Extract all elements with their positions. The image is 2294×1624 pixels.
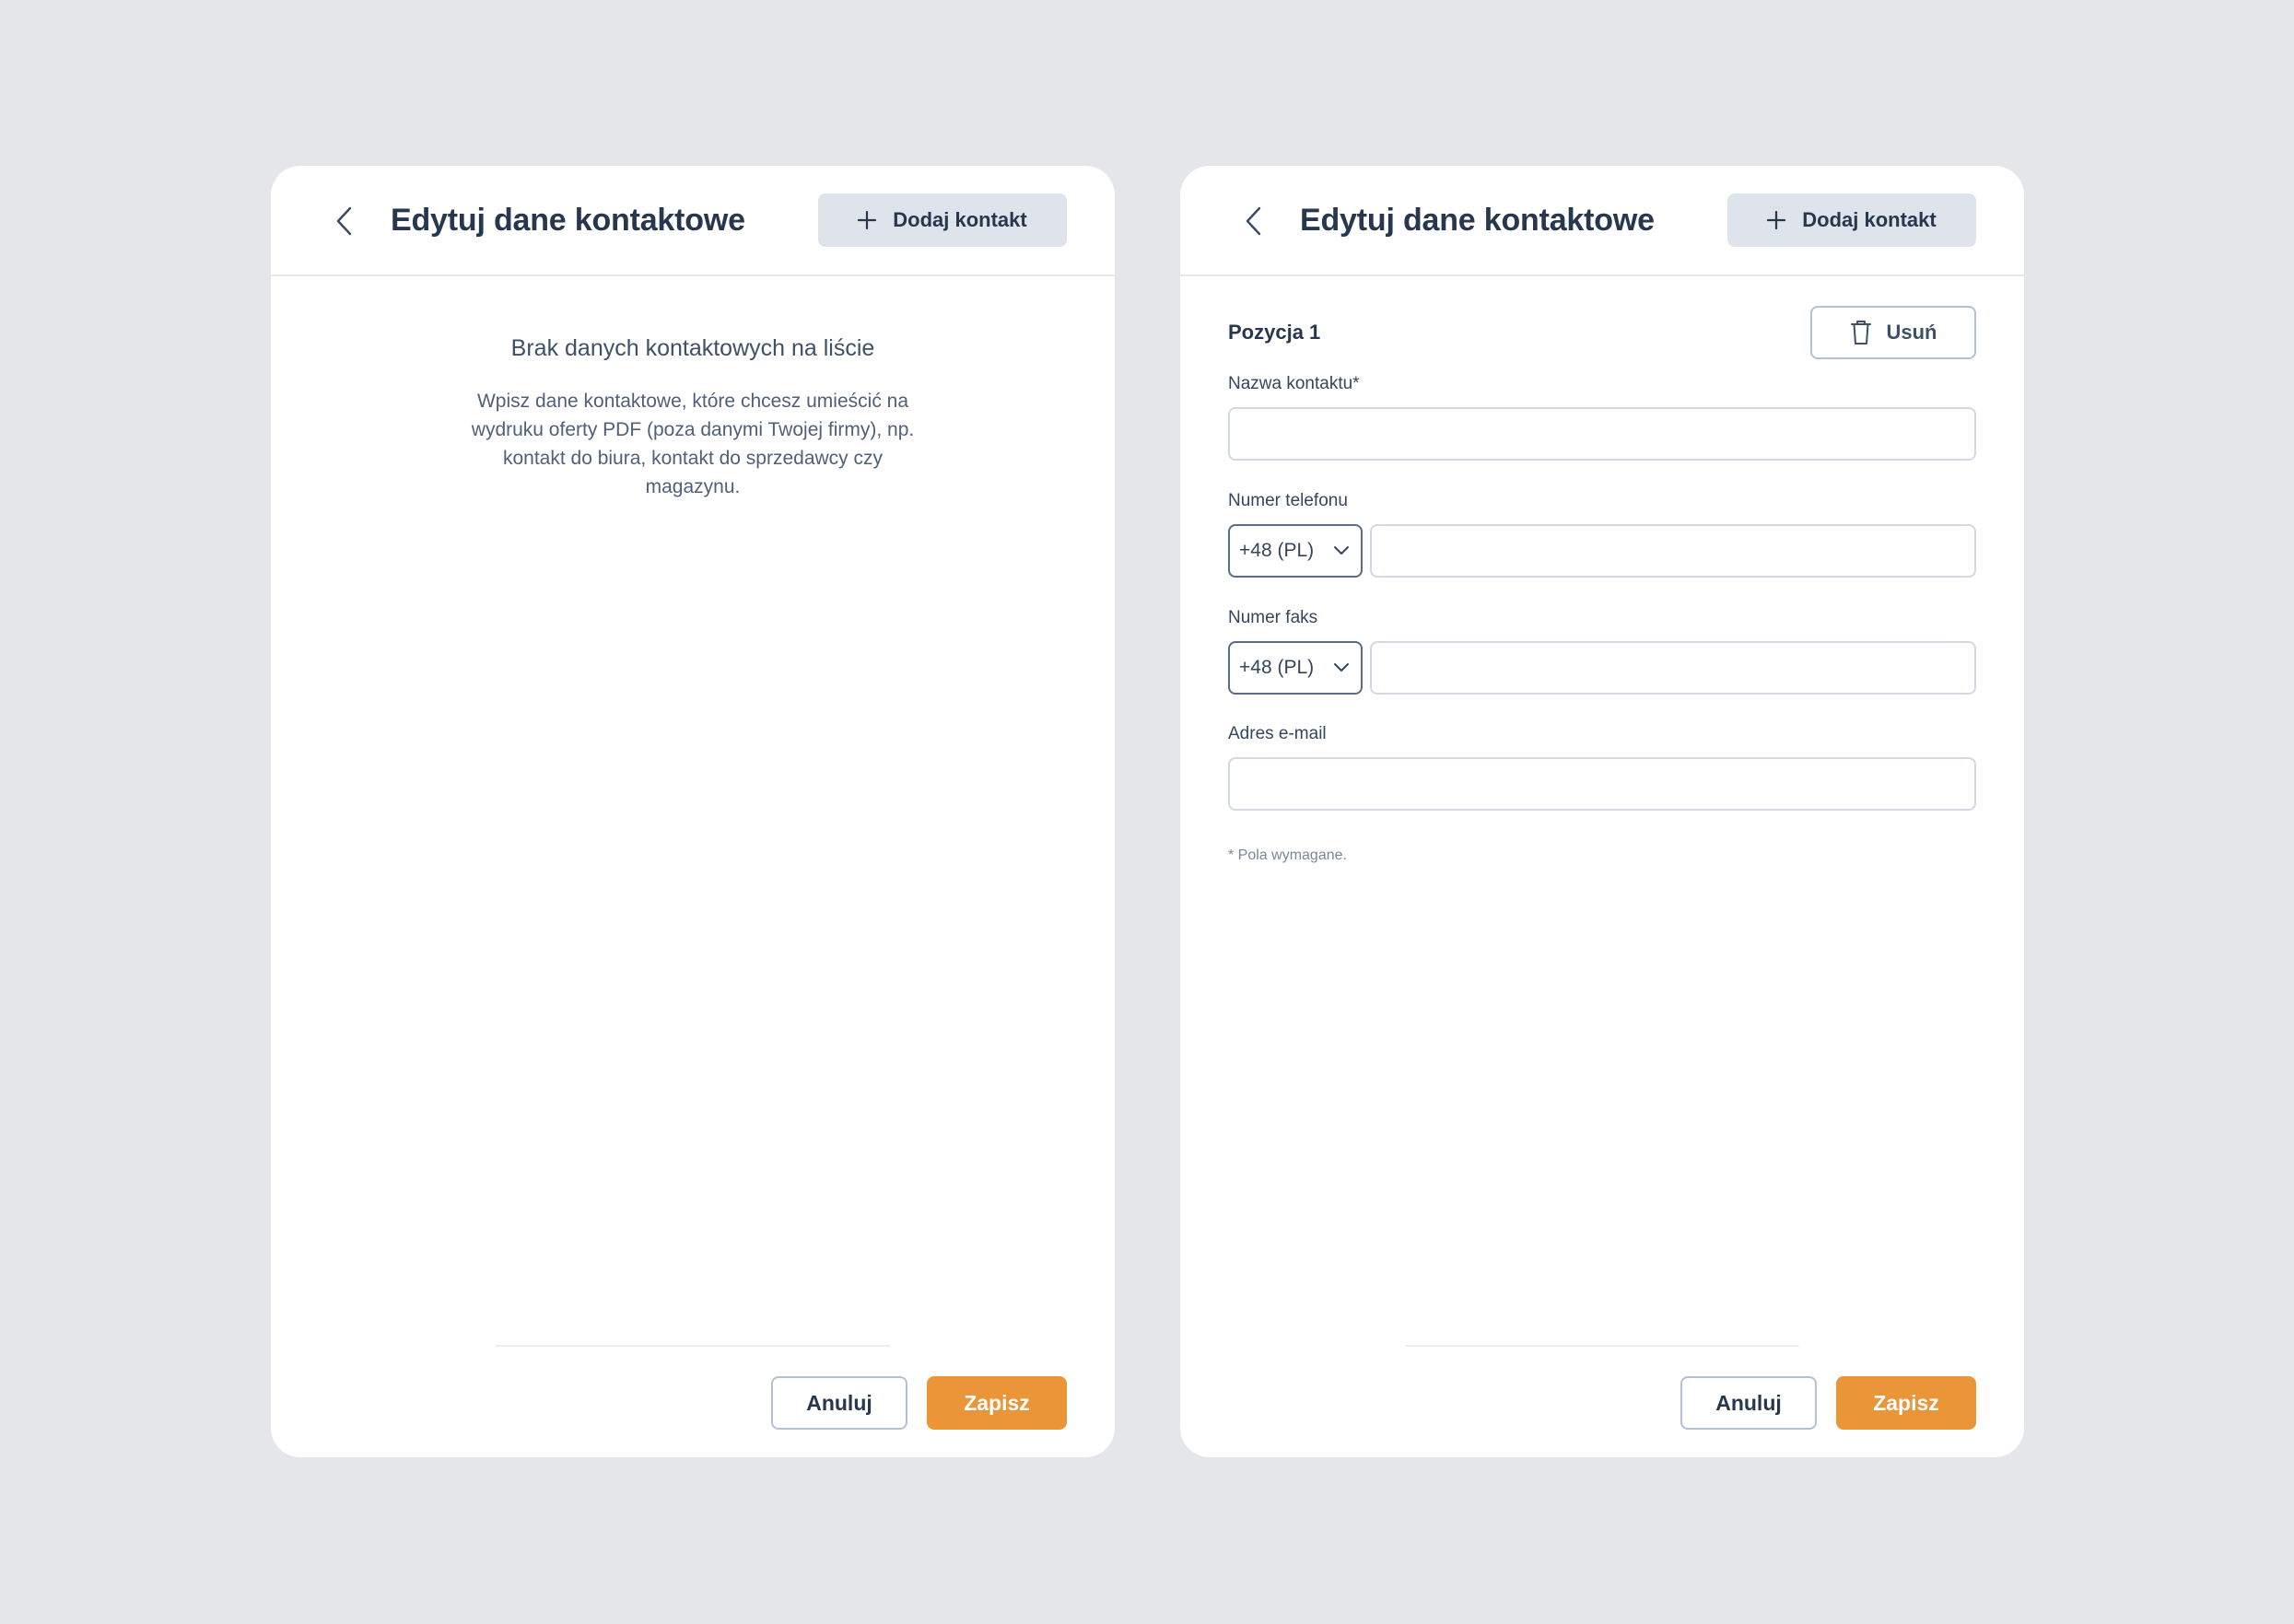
email-label: Adres e-mail xyxy=(1228,724,1327,743)
panel-header: Edytuj dane kontaktowe Dodaj kontakt xyxy=(271,166,1115,276)
page-title: Edytuj dane kontaktowe xyxy=(1300,203,1655,238)
required-fields-note: * Pola wymagane. xyxy=(1228,847,1347,863)
add-contact-button[interactable]: Dodaj kontakt xyxy=(818,193,1067,247)
fax-country-value: +48 (PL) xyxy=(1239,657,1315,678)
back-button[interactable] xyxy=(1237,201,1270,241)
position-label: Pozycja 1 xyxy=(1228,321,1321,344)
chevron-left-icon xyxy=(1246,206,1261,236)
fax-country-select[interactable]: +48 (PL) xyxy=(1228,641,1363,695)
add-contact-button[interactable]: Dodaj kontakt xyxy=(1727,193,1976,247)
add-contact-label: Dodaj kontakt xyxy=(893,208,1027,231)
empty-state-description: Wpisz dane kontaktowe, które chcesz umie… xyxy=(471,391,915,497)
panel-header: Edytuj dane kontaktowe Dodaj kontakt xyxy=(1180,166,2024,276)
contact-name-label: Nazwa kontaktu* xyxy=(1228,374,1360,393)
delete-button[interactable]: Usuń xyxy=(1810,306,1976,359)
footer-divider xyxy=(1405,1345,1799,1347)
delete-label: Usuń xyxy=(1886,321,1937,344)
cancel-button[interactable]: Anuluj xyxy=(771,1376,907,1430)
contact-name-input[interactable] xyxy=(1228,407,1976,461)
add-contact-label: Dodaj kontakt xyxy=(1802,208,1937,231)
save-button[interactable]: Zapisz xyxy=(927,1376,1067,1430)
back-button[interactable] xyxy=(328,201,361,241)
phone-input[interactable] xyxy=(1370,524,1976,578)
phone-country-value: +48 (PL) xyxy=(1239,540,1315,561)
edit-contacts-panel-empty: Edytuj dane kontaktowe Dodaj kontakt Bra… xyxy=(271,166,1115,1457)
cancel-button[interactable]: Anuluj xyxy=(1680,1376,1817,1430)
chevron-down-icon xyxy=(1334,546,1349,555)
chevron-left-icon xyxy=(336,206,352,236)
fax-label: Numer faks xyxy=(1228,608,1318,627)
fax-input[interactable] xyxy=(1370,641,1976,695)
save-button[interactable]: Zapisz xyxy=(1836,1376,1976,1430)
empty-state-title: Brak danych kontaktowych na liście xyxy=(510,335,875,361)
page-title: Edytuj dane kontaktowe xyxy=(391,203,745,238)
edit-contacts-panel-form: Edytuj dane kontaktowe Dodaj kontakt Poz… xyxy=(1180,166,2024,1457)
footer-divider xyxy=(496,1345,890,1347)
phone-country-select[interactable]: +48 (PL) xyxy=(1228,524,1363,578)
phone-label: Numer telefonu xyxy=(1228,491,1348,510)
plus-icon xyxy=(858,211,877,229)
email-input[interactable] xyxy=(1228,757,1976,811)
plus-icon xyxy=(1767,211,1786,229)
chevron-down-icon xyxy=(1334,663,1349,672)
trash-icon xyxy=(1850,321,1871,345)
